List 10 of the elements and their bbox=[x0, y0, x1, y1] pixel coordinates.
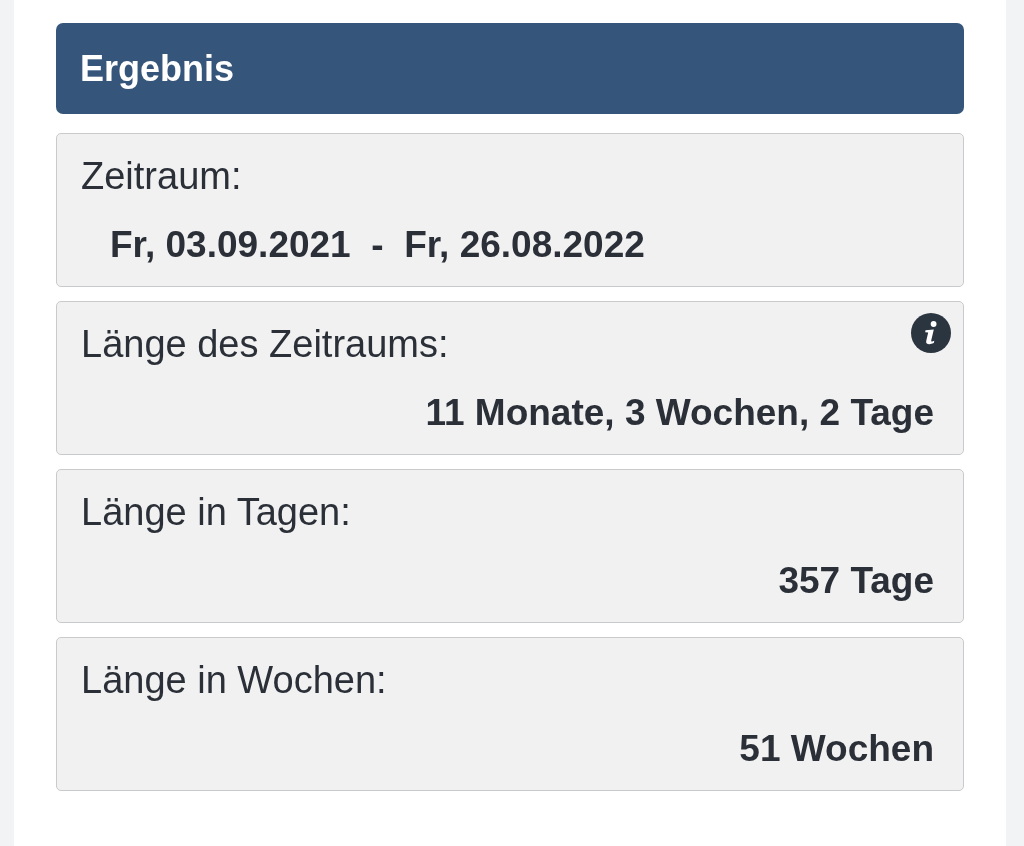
result-value: 51 Wochen bbox=[739, 726, 934, 771]
result-value: 11 Monate, 3 Wochen, 2 Tage bbox=[425, 390, 934, 435]
result-value: 357 Tage bbox=[778, 558, 934, 603]
header-title: Ergebnis bbox=[80, 46, 235, 91]
result-label: Länge in Wochen: bbox=[81, 658, 387, 703]
result-label: Länge des Zeitraums: bbox=[81, 322, 449, 367]
result-value: Fr, 03.09.2021 - Fr, 26.08.2022 bbox=[110, 222, 645, 267]
result-label: Länge in Tagen: bbox=[81, 490, 351, 535]
result-label: Zeitraum: bbox=[81, 154, 242, 199]
info-icon[interactable] bbox=[911, 313, 951, 353]
